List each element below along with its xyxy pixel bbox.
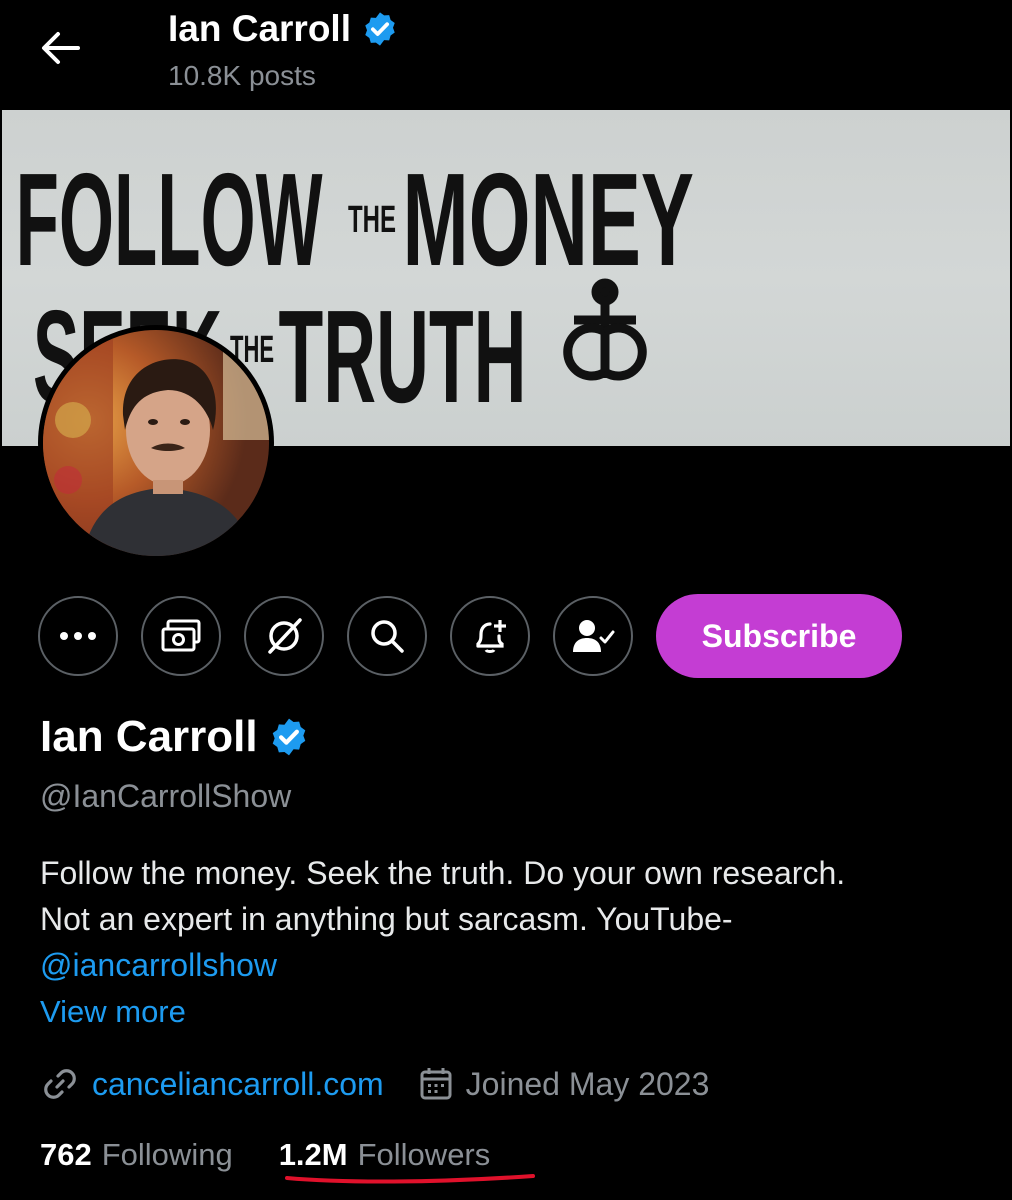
post-count: 10.8K posts [168,60,316,91]
following-person-icon [573,620,615,652]
grok-button[interactable] [244,596,324,676]
followers-count: 1.2M [278,1137,348,1172]
profile-avatar[interactable] [38,325,274,561]
header-name: Ian Carroll [168,8,351,49]
website-link[interactable]: canceliancarroll.com [92,1066,384,1103]
top-bar: Ian Carroll 10.8K posts [0,0,1012,108]
followers-label: Followers [357,1137,491,1172]
verified-badge-icon [268,716,310,758]
banner-line1-right: MONEY [403,147,694,294]
banner-line1-small: THE [348,199,396,241]
notification-add-icon [476,620,506,653]
link-icon [44,1069,76,1099]
search-button[interactable] [347,596,427,676]
profile-meta: canceliancarroll.com Joined May 2023 [40,1060,709,1108]
banner-line2-right: TRUTH [279,284,527,431]
view-more-link[interactable]: View more [40,994,186,1030]
following-label: Following [101,1137,233,1172]
tip-button[interactable] [141,596,221,676]
joined-date: Joined May 2023 [465,1065,710,1102]
following-button[interactable] [553,596,633,676]
back-button[interactable] [36,28,84,68]
followers-underline-annotation [285,1174,535,1184]
calendar-icon [420,1068,452,1100]
profile-handle: @IanCarrollShow [40,778,292,814]
profile-actions: Subscribe [38,594,902,678]
more-options-button[interactable] [38,596,118,676]
profile-name-text: Ian Carroll [40,712,258,761]
notifications-button[interactable] [450,596,530,676]
more-icon [60,632,96,640]
profile-name: Ian Carroll [40,712,310,762]
profile-bio: Follow the money. Seek the truth. Do you… [40,850,990,988]
follow-stats: 762 Following 1.2M Followers [40,1135,490,1175]
search-icon [371,620,404,653]
money-icon [161,619,201,652]
arrow-left-icon [42,32,80,64]
bio-line-2: Not an expert in anything but sarcasm. Y… [40,901,733,937]
followers-stat[interactable]: 1.2M Followers [279,1137,491,1173]
bio-line-1: Follow the money. Seek the truth. Do you… [40,855,846,891]
following-count: 762 [40,1137,92,1172]
banner-line1-left: FOLLOW [16,147,323,294]
verified-badge-icon [361,10,399,48]
following-stat[interactable]: 762 Following [40,1137,233,1173]
banner-logo-icon [563,278,647,381]
subscribe-button[interactable]: Subscribe [656,594,902,678]
grok-icon [268,618,302,654]
avatar-photo [43,330,269,556]
header-title: Ian Carroll [168,8,399,50]
bio-youtube-link[interactable]: @iancarrollshow [40,942,990,988]
